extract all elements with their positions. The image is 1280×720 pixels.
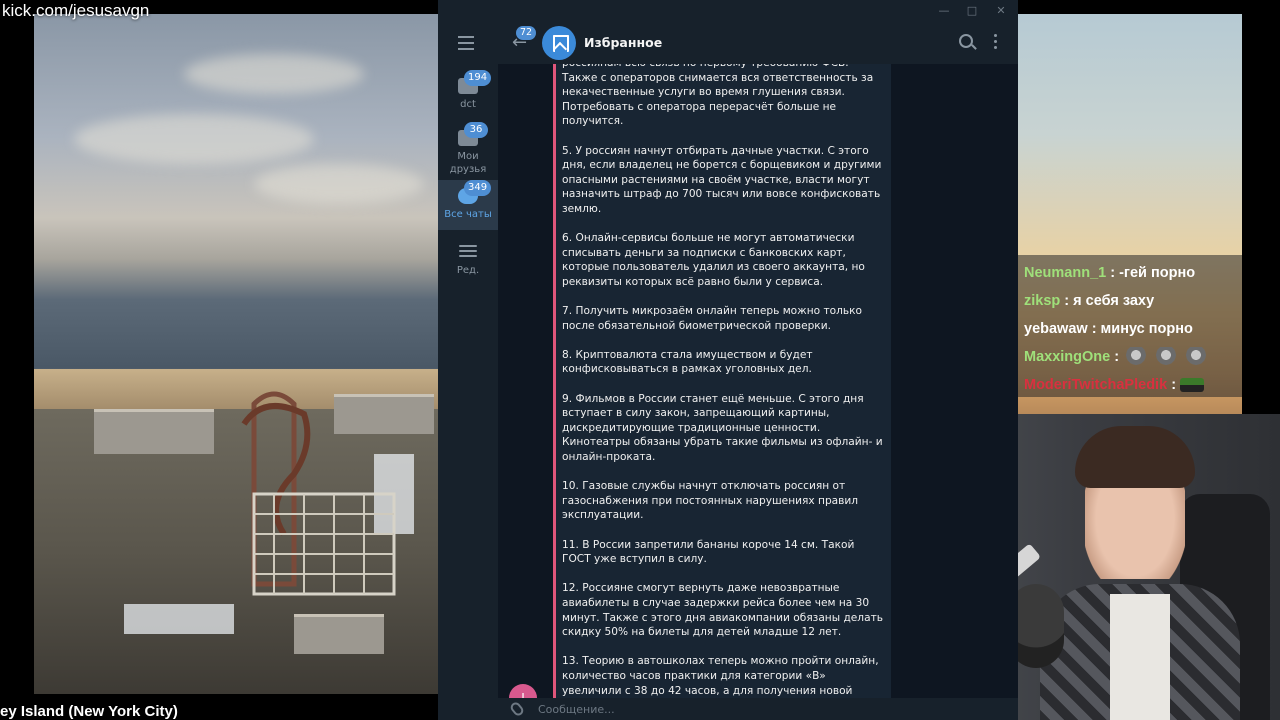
chat-message: Neumann_1 : -гей порно [1024, 259, 1236, 287]
chat-text: : [1171, 377, 1177, 393]
folder-label: Ред. [456, 265, 480, 276]
emote-icon [1185, 347, 1208, 368]
chat-text: : -гей порно [1110, 265, 1196, 281]
maximize-icon[interactable]: □ [962, 3, 982, 19]
message-text: россиянам всю связь по первому требовани… [562, 64, 883, 697]
stream-chat: Neumann_1 : -гей порно ziksp : я себя за… [1018, 255, 1242, 397]
menu-icon[interactable] [458, 36, 476, 50]
chat-message: yebawaw : минус порно [1024, 315, 1236, 343]
avatar[interactable]: J [509, 684, 537, 698]
chat-username: Neumann_1 [1024, 265, 1107, 281]
saved-messages-icon[interactable] [542, 26, 576, 60]
chat-text: : минус порно [1091, 321, 1193, 337]
folder-all-chats[interactable]: 349 Все чаты [438, 180, 498, 230]
folder-label: Мои друзья [449, 151, 487, 175]
folder-label: Все чаты [444, 209, 492, 220]
chat-message: ModeriTwitchaPledik : [1024, 371, 1236, 399]
folder-edit[interactable]: Ред. [438, 236, 498, 288]
unread-badge: 349 [464, 180, 492, 196]
attach-icon[interactable] [508, 700, 526, 718]
chat-header: ← 72 Избранное [498, 22, 1018, 64]
folder-my-friends[interactable]: 36 Мои друзья [438, 122, 498, 178]
message-composer [498, 698, 1018, 720]
chat-message: MaxxingOne : [1024, 343, 1236, 371]
chat-message: ziksp : я себя заху [1024, 287, 1236, 315]
folder-dct[interactable]: 194 dct [438, 70, 498, 122]
chat-username: MaxxingOne [1024, 349, 1111, 365]
stream-url: kick.com/jesusavgn [2, 1, 150, 20]
emote-icon [1125, 347, 1148, 368]
chat-text: : я себя заху [1064, 293, 1155, 309]
filter-icon [459, 242, 477, 258]
unread-badge: 72 [516, 26, 537, 40]
coney-island-webcam [34, 14, 438, 694]
more-options-icon[interactable] [994, 34, 998, 52]
unread-badge: 194 [464, 70, 492, 86]
message-input[interactable] [538, 701, 838, 717]
folders-sidebar: 194 dct 36 Мои друзья 349 Все чаты Ред. [438, 22, 498, 720]
car-emote-icon [1180, 378, 1205, 393]
window-titlebar: — □ ✕ [438, 0, 1018, 22]
chat-panel: ← 72 Избранное россиянам всю связь по пе… [498, 22, 1018, 720]
telegram-window: — □ ✕ 194 dct 36 Мои друзья 349 Все чаты [438, 0, 1018, 720]
search-icon[interactable] [959, 34, 973, 48]
emote-icon [1155, 347, 1178, 368]
message-bubble[interactable]: россиянам всю связь по первому требовани… [553, 64, 891, 698]
location-label: ey Island (New York City) [0, 703, 178, 720]
unread-badge: 36 [464, 122, 488, 138]
chat-title[interactable]: Избранное [584, 35, 662, 50]
chat-username: ModeriTwitchaPledik [1024, 377, 1168, 393]
chat-username: ziksp [1024, 293, 1061, 309]
folder-label: dct [460, 99, 476, 110]
roller-coaster [241, 391, 396, 596]
close-icon[interactable]: ✕ [991, 3, 1011, 19]
stream-screen: kick.com/jesusavgn ey Island (New York C… [0, 0, 1280, 720]
minimize-icon[interactable]: — [934, 3, 954, 19]
messages-list[interactable]: россиянам всю связь по первому требовани… [498, 64, 1018, 698]
chat-username: yebawaw [1024, 321, 1088, 337]
chat-text: : [1114, 349, 1120, 365]
